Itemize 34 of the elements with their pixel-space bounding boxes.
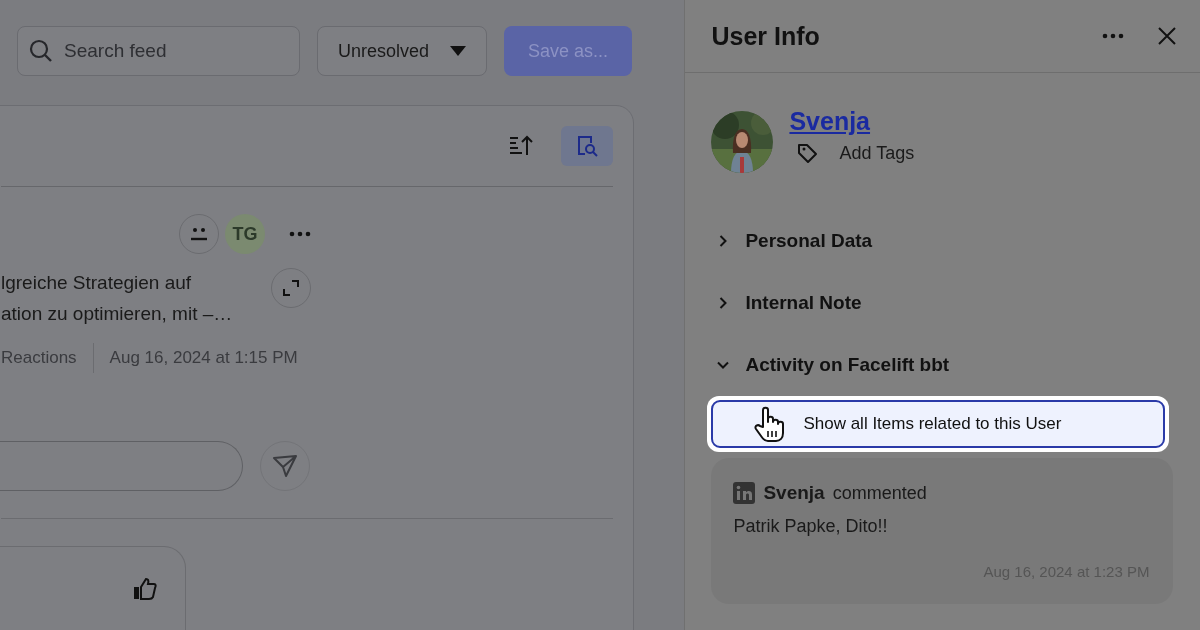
activity-text: Patrik Papke, Dito!! xyxy=(733,516,889,537)
thumbs-up-icon[interactable] xyxy=(133,577,157,601)
search-field[interactable]: Search feed xyxy=(17,26,300,76)
post-text: ation zu optimieren, mit –… xyxy=(1,303,233,325)
activity-action: commented xyxy=(832,482,927,504)
send-button[interactable] xyxy=(260,441,310,491)
neutral-face-icon xyxy=(189,227,209,241)
document-search-icon xyxy=(576,135,598,157)
user-name-link[interactable]: Svenja xyxy=(789,107,915,136)
add-tags-button[interactable]: Add Tags xyxy=(797,142,915,164)
reactions-label: Reactions xyxy=(1,348,77,368)
section-toggle[interactable]: Internal Note xyxy=(717,291,1200,315)
chevron-down-icon xyxy=(717,359,730,371)
section-toggle[interactable]: Personal Data xyxy=(717,229,1200,253)
search-icon xyxy=(29,39,53,63)
close-icon[interactable] xyxy=(1158,27,1176,45)
caret-down-icon xyxy=(450,46,466,56)
assignee-avatar[interactable]: TG xyxy=(225,214,265,254)
status-dropdown[interactable]: Unresolved xyxy=(317,26,487,76)
activity-author: Svenja xyxy=(763,482,825,504)
more-icon[interactable] xyxy=(289,231,311,237)
tag-icon xyxy=(797,142,820,164)
post-timestamp: Aug 16, 2024 at 1:15 PM xyxy=(109,348,298,368)
panel-title: User Info xyxy=(711,21,821,51)
show-all-items-button[interactable]: Show all Items related to this User xyxy=(711,400,1166,448)
post-text: lgreiche Strategien auf xyxy=(1,272,193,294)
expand-icon xyxy=(282,279,300,297)
more-icon[interactable] xyxy=(1102,33,1124,39)
sort-icon[interactable] xyxy=(509,135,533,157)
linkedin-icon xyxy=(733,482,756,504)
search-filter-button[interactable] xyxy=(561,126,613,166)
send-icon xyxy=(272,454,298,478)
comment-field[interactable] xyxy=(0,441,243,491)
section-toggle[interactable]: Activity on Facelift bbt xyxy=(717,353,1200,377)
